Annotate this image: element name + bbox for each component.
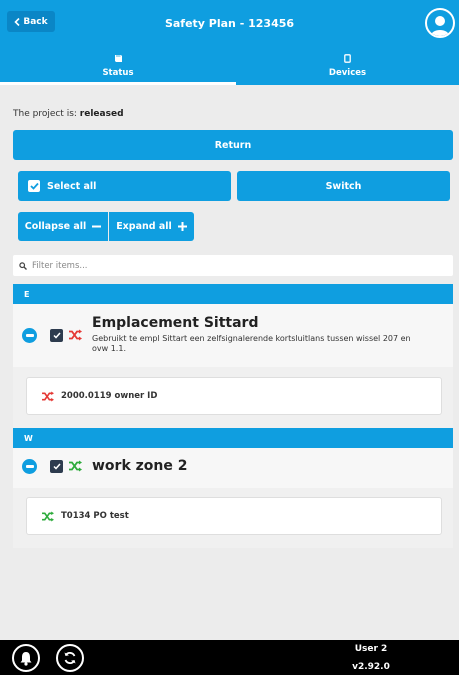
footer-user: User 2	[354, 644, 388, 654]
page-title: Safety Plan - 123456	[164, 17, 295, 30]
collapse-group-icon[interactable]	[22, 328, 37, 343]
expand-all-button[interactable]: Expand all	[109, 212, 194, 241]
app-version: v2.92.0	[352, 662, 390, 672]
group-name: work zone 2	[92, 458, 188, 474]
sync-icon[interactable]	[56, 644, 84, 672]
app-footer: User 2 v2.92.0	[0, 640, 459, 675]
item-label: T0134 PO test	[61, 511, 129, 521]
plus-icon	[177, 222, 187, 231]
minus-icon	[92, 225, 102, 228]
list-item[interactable]: T0134 PO test	[26, 497, 442, 535]
collapse-all-label: Collapse all	[24, 221, 87, 232]
shuffle-icon	[69, 329, 82, 341]
filter-input[interactable]: Filter items...	[13, 255, 453, 276]
checkmark-icon	[52, 463, 61, 470]
checkmark-icon	[52, 332, 61, 339]
project-status: The project is: released	[13, 109, 124, 119]
device-icon	[344, 54, 351, 63]
group-row-work-zone: work zone 2	[13, 448, 453, 488]
item-label: 2000.0119 owner ID	[61, 391, 158, 401]
filter-placeholder: Filter items...	[32, 260, 88, 271]
switch-button[interactable]: Switch	[237, 171, 450, 201]
select-all-label: Select all	[47, 180, 97, 192]
select-all-button[interactable]: Select all	[18, 171, 231, 201]
shuffle-icon	[42, 390, 54, 402]
shuffle-icon	[42, 510, 54, 522]
group-header-w: W	[13, 428, 453, 448]
group-description: Gebruikt te empl Sittart een zelfsignale…	[92, 334, 411, 353]
group-row-emplacement: Emplacement Sittard Gebruikt te empl Sit…	[13, 304, 453, 367]
tab-status[interactable]: Status	[0, 46, 236, 84]
tab-devices[interactable]: Devices	[236, 46, 459, 84]
checkbox-checked-icon	[28, 180, 40, 192]
tab-status-label: Status	[102, 68, 134, 78]
return-button[interactable]: Return	[13, 130, 453, 160]
collapse-all-button[interactable]: Collapse all	[18, 212, 108, 241]
group-checkbox[interactable]	[50, 329, 63, 342]
user-avatar-icon[interactable]	[425, 8, 455, 38]
expand-all-label: Expand all	[116, 221, 172, 232]
list-item[interactable]: 2000.0119 owner ID	[26, 377, 442, 415]
status-prefix: The project is:	[13, 109, 77, 119]
group-checkbox[interactable]	[50, 460, 63, 473]
tab-devices-label: Devices	[328, 68, 367, 78]
bell-icon[interactable]	[12, 644, 40, 672]
search-icon	[19, 261, 27, 270]
collapse-group-icon[interactable]	[22, 459, 37, 474]
app-header: Back Safety Plan - 123456 Status Devices	[0, 0, 459, 85]
active-tab-indicator	[0, 82, 236, 85]
status-value: released	[79, 109, 124, 119]
group-header-e: E	[13, 284, 453, 304]
book-icon	[114, 55, 122, 62]
group-name: Emplacement Sittard	[92, 315, 259, 331]
shuffle-icon	[69, 460, 82, 472]
